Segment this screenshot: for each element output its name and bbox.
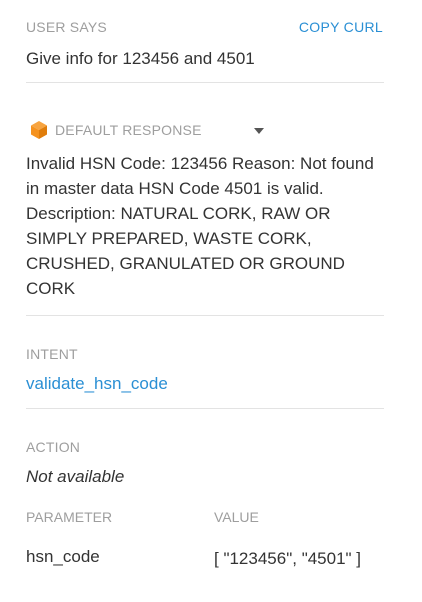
action-label: ACTION xyxy=(26,439,81,455)
parameter-value: [ "123456", "4501" ] xyxy=(214,549,362,568)
cube-icon xyxy=(30,120,48,140)
divider xyxy=(26,315,384,316)
intent-link[interactable]: validate_hsn_code xyxy=(26,374,168,394)
user-says-text: Give info for 123456 and 4501 xyxy=(26,49,255,68)
response-text: Invalid HSN Code: 123456 Reason: Not fou… xyxy=(26,154,374,298)
user-says-label: USER SAYS xyxy=(26,19,107,35)
copy-curl-button[interactable]: COPY CURL xyxy=(299,19,383,35)
divider xyxy=(26,82,384,83)
divider xyxy=(26,408,384,409)
parameter-name: hsn_code xyxy=(26,547,100,566)
value-column-header: VALUE xyxy=(214,509,259,525)
intent-label: INTENT xyxy=(26,346,78,362)
default-response-label: DEFAULT RESPONSE xyxy=(55,122,202,138)
action-value: Not available xyxy=(26,467,125,486)
chevron-down-icon[interactable] xyxy=(254,128,264,134)
response-header: DEFAULT RESPONSE xyxy=(30,120,202,140)
parameter-column-header: PARAMETER xyxy=(26,509,113,525)
